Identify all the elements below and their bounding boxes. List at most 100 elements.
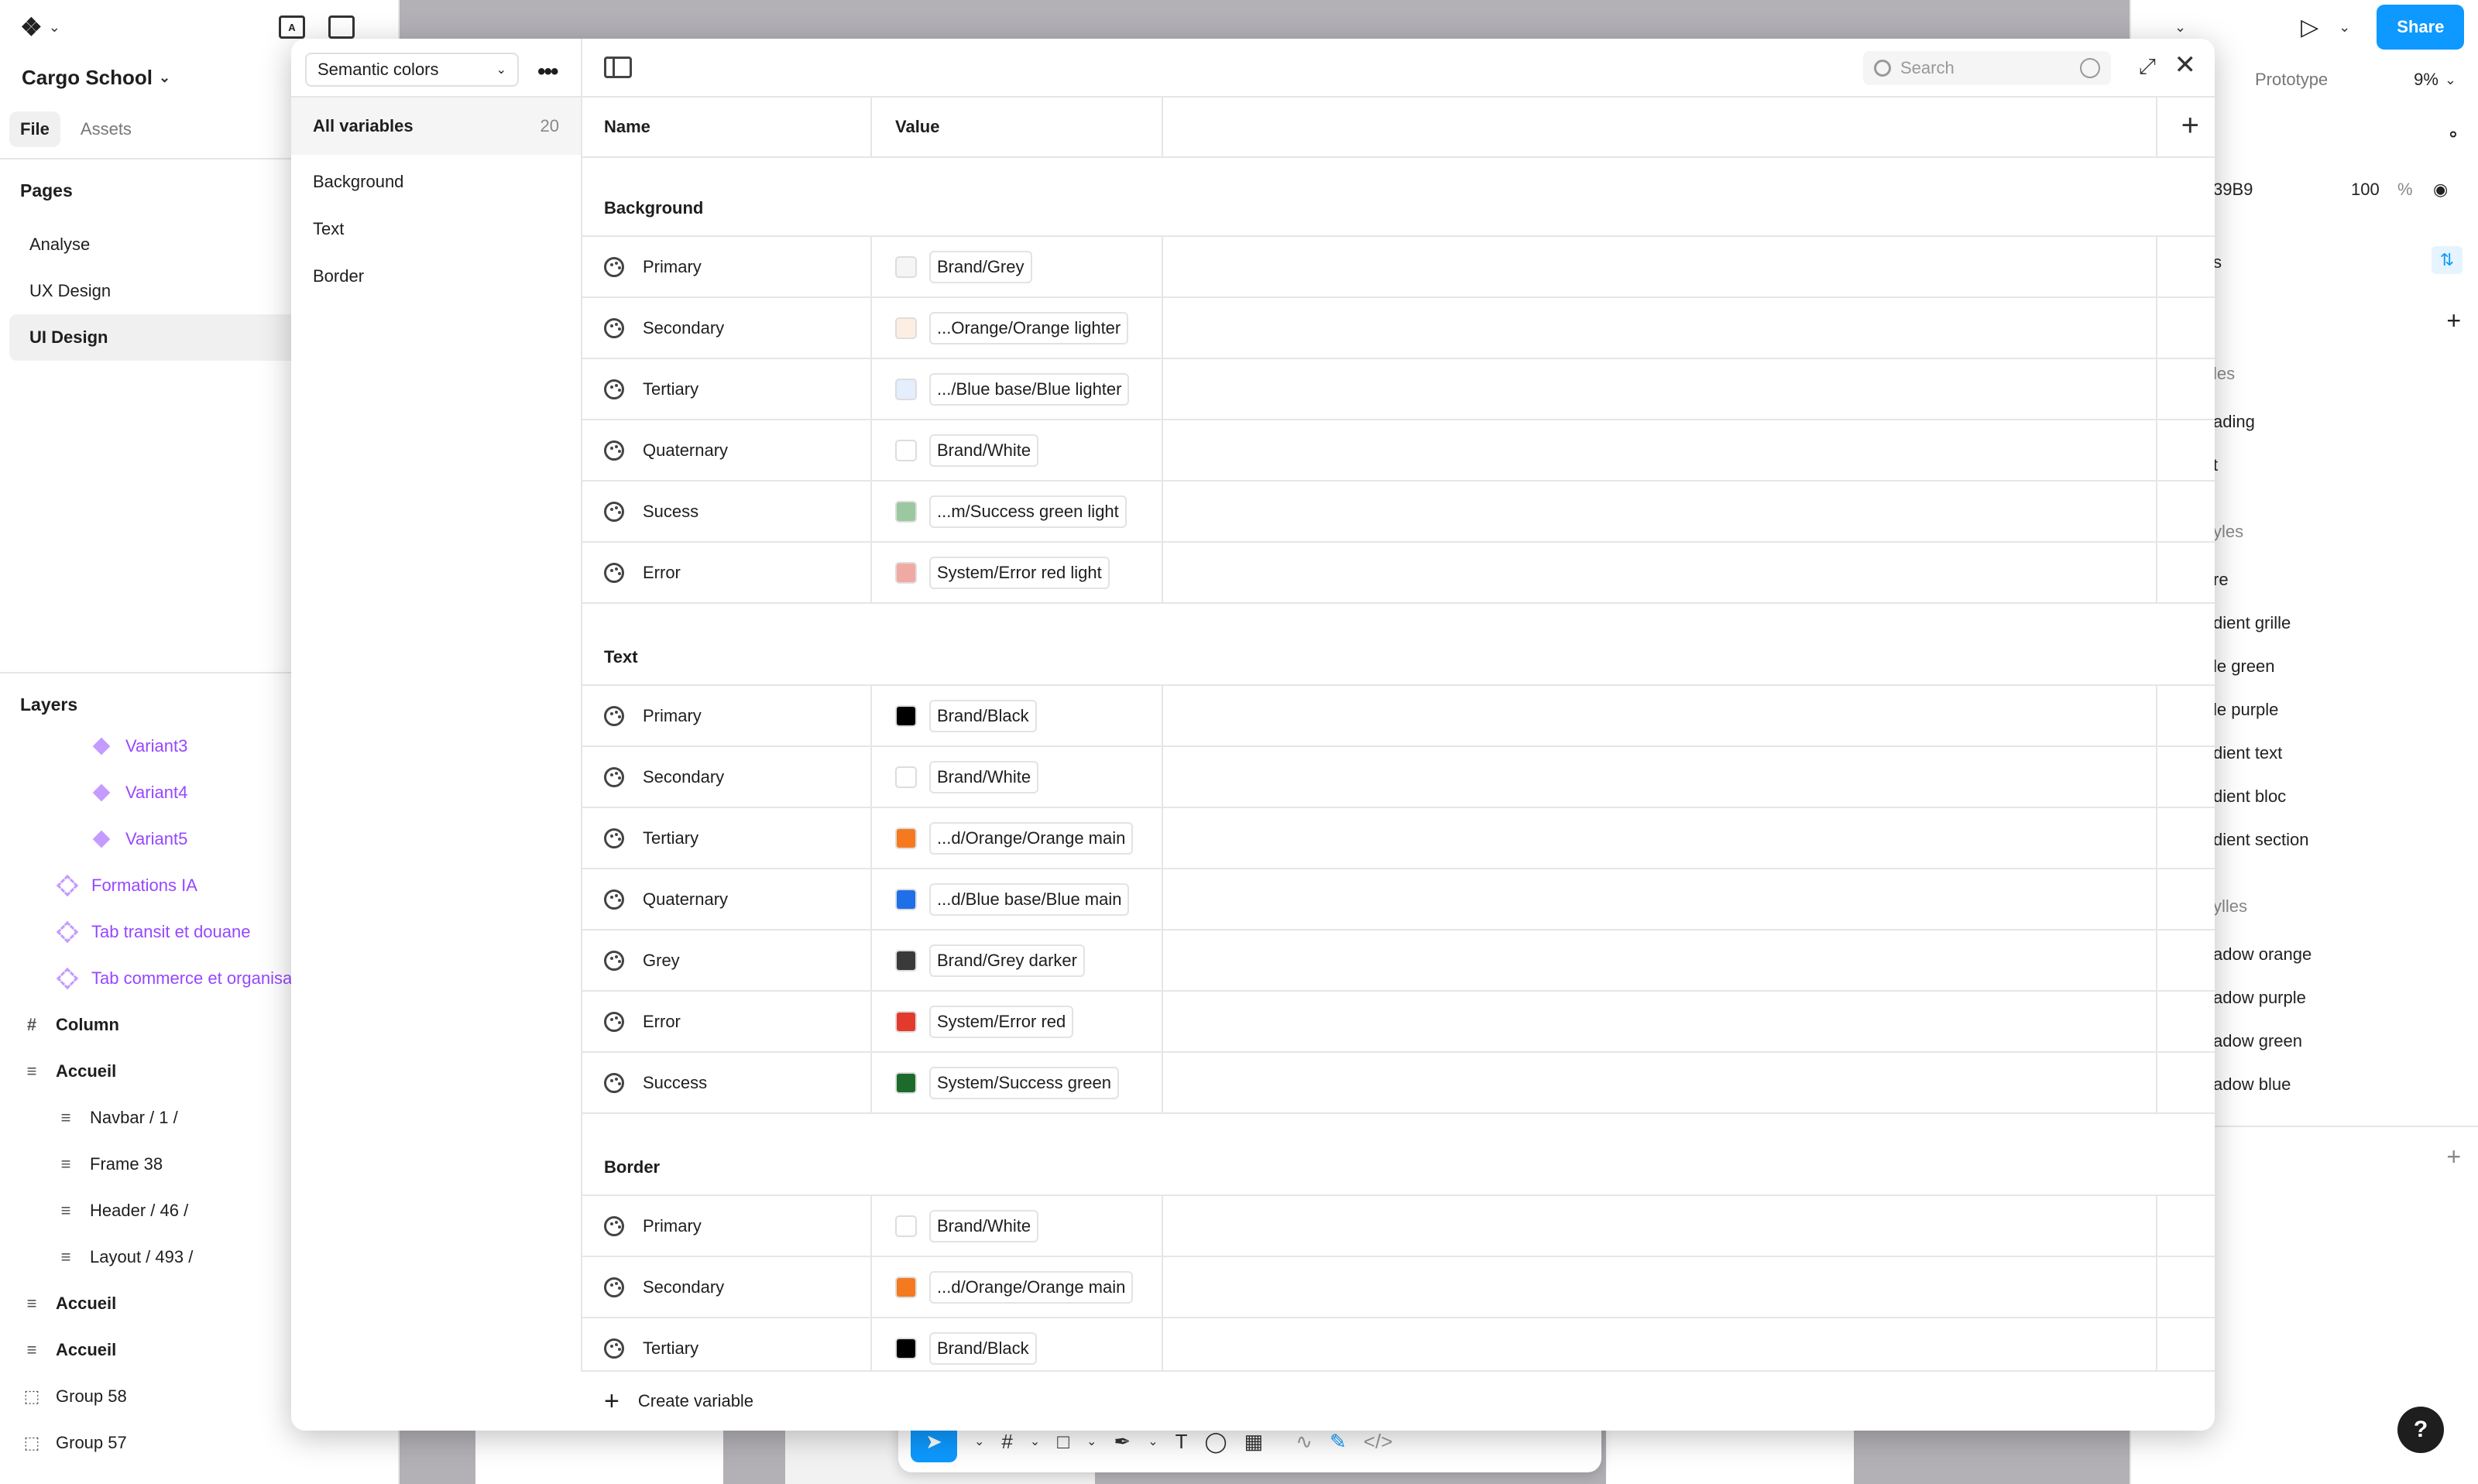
group-item-background[interactable]: Background (313, 172, 403, 192)
text-tool-icon[interactable]: T (1176, 1430, 1188, 1454)
style-item[interactable]: adow purple (2213, 988, 2306, 1008)
variable-name-cell[interactable]: Quaternary (604, 869, 728, 929)
variable-name-cell[interactable]: Secondary (604, 747, 724, 807)
actions-tool-icon[interactable]: ▦ (1244, 1430, 1264, 1454)
figma-logo-icon[interactable]: ❖ (20, 12, 43, 42)
share-button[interactable]: Share (2377, 5, 2465, 50)
text-style-icon[interactable]: A (279, 15, 305, 39)
variable-row[interactable]: Secondary ...Orange/Orange lighter (581, 298, 2215, 359)
variable-name-cell[interactable]: Primary (604, 1196, 702, 1256)
variable-row[interactable]: Primary Brand/White (581, 1196, 2215, 1257)
style-item[interactable]: adow blue (2213, 1074, 2291, 1095)
rectangle-tool-icon[interactable]: □ (1057, 1430, 1069, 1454)
style-item[interactable]: le green (2213, 656, 2275, 677)
style-item[interactable]: ading (2213, 412, 2255, 432)
alias-pill[interactable]: Brand/Grey (929, 250, 1032, 283)
chevron-down-icon[interactable]: ⌄ (1030, 1434, 1040, 1449)
variable-name-cell[interactable]: Primary (604, 237, 702, 296)
all-variables-item[interactable]: All variables 20 (291, 98, 581, 155)
alias-pill[interactable]: Brand/Grey darker (929, 944, 1085, 977)
variable-value-cell[interactable]: Brand/Grey (895, 237, 1032, 296)
style-item[interactable]: adow green (2213, 1031, 2302, 1051)
zoom-level[interactable]: 9% (2414, 70, 2439, 90)
variable-value-cell[interactable]: Brand/Black (895, 686, 1037, 745)
variable-name-cell[interactable]: Sucess (604, 482, 698, 541)
expand-icon[interactable]: ⤢ (2139, 54, 2156, 80)
variable-row[interactable]: Secondary ...d/Orange/Orange main (581, 1257, 2215, 1318)
sidebar-toggle-icon[interactable] (328, 15, 355, 39)
variable-row[interactable]: Error System/Error red (581, 992, 2215, 1053)
variable-row[interactable]: Error System/Error red light (581, 543, 2215, 604)
variable-value-cell[interactable]: Brand/White (895, 420, 1039, 480)
variable-name-cell[interactable]: Grey (604, 930, 680, 990)
variable-name-cell[interactable]: Error (604, 543, 681, 602)
alias-pill[interactable]: Brand/Black (929, 1331, 1037, 1365)
style-item[interactable]: adow orange (2213, 944, 2312, 965)
tab-assets[interactable]: Assets (70, 111, 142, 147)
style-item[interactable]: dient bloc (2213, 787, 2286, 807)
tab-prototype[interactable]: Prototype (2255, 70, 2328, 90)
help-button[interactable]: ? (2397, 1407, 2444, 1453)
play-icon[interactable]: ▷ (2301, 14, 2318, 41)
style-item[interactable]: dient grille (2213, 613, 2291, 633)
group-item-border[interactable]: Border (313, 266, 364, 286)
filter-icon[interactable] (2080, 58, 2100, 78)
variable-name-cell[interactable]: Error (604, 992, 681, 1051)
add-mode-button[interactable]: + (2181, 108, 2199, 143)
chevron-down-icon[interactable]: ⌄ (974, 1434, 984, 1449)
color-swatch[interactable] (895, 766, 917, 788)
variable-value-cell[interactable]: ...d/Orange/Orange main (895, 808, 1134, 868)
variable-row[interactable]: Secondary Brand/White (581, 747, 2215, 808)
style-item[interactable]: re (2213, 570, 2229, 590)
comment-tool-icon[interactable]: ◯ (1205, 1430, 1227, 1454)
close-icon[interactable]: ✕ (2174, 50, 2197, 81)
more-options-icon[interactable]: ••• (537, 59, 558, 85)
create-variable-button[interactable]: + Create variable (581, 1370, 2215, 1431)
variable-row[interactable]: Sucess ...m/Success green light (581, 482, 2215, 543)
design-mode-icon[interactable]: ✎ (1330, 1430, 1347, 1454)
variable-name-cell[interactable]: Tertiary (604, 1318, 698, 1372)
style-item[interactable]: dient section (2213, 830, 2309, 850)
chevron-down-icon[interactable]: ⌄ (1086, 1434, 1097, 1449)
alias-pill[interactable]: Brand/Black (929, 699, 1037, 732)
variable-name-cell[interactable]: Primary (604, 686, 702, 745)
variable-value-cell[interactable]: System/Error red light (895, 543, 1110, 602)
color-swatch[interactable] (895, 1010, 917, 1033)
alias-pill[interactable]: System/Error red light (929, 556, 1110, 589)
color-swatch[interactable] (895, 317, 917, 339)
variable-name-cell[interactable]: Tertiary (604, 359, 698, 419)
chevron-down-icon[interactable]: ⌄ (49, 19, 60, 36)
chevron-down-icon[interactable]: ⌄ (2339, 19, 2350, 36)
variable-row[interactable]: Primary Brand/Grey (581, 237, 2215, 298)
color-swatch[interactable] (895, 949, 917, 972)
alias-pill[interactable]: Brand/White (929, 760, 1039, 793)
search-input[interactable]: Search (1863, 51, 2111, 85)
color-swatch[interactable] (895, 561, 917, 584)
eye-icon[interactable]: ◉ (2433, 180, 2448, 200)
chevron-down-icon[interactable]: ⌄ (2445, 72, 2456, 88)
variables-settings-icon[interactable]: ⇅ (2432, 246, 2463, 274)
variable-value-cell[interactable]: System/Success green (895, 1053, 1119, 1112)
fill-hex-value[interactable]: 39B9 (2213, 180, 2253, 200)
alias-pill[interactable]: System/Error red (929, 1005, 1074, 1038)
dev-mode-icon[interactable]: </> (1364, 1430, 1393, 1454)
collection-dropdown[interactable]: Semantic colors ⌄ (305, 53, 519, 87)
variable-row[interactable]: Grey Brand/Grey darker (581, 930, 2215, 992)
variable-name-cell[interactable]: Success (604, 1053, 707, 1112)
variable-name-cell[interactable]: Tertiary (604, 808, 698, 868)
alias-pill[interactable]: ...d/Blue base/Blue main (929, 883, 1130, 916)
tab-file[interactable]: File (9, 111, 60, 147)
variable-value-cell[interactable]: Brand/White (895, 1196, 1039, 1256)
color-swatch[interactable] (895, 704, 917, 727)
variable-value-cell[interactable]: ...d/Blue base/Blue main (895, 869, 1130, 929)
chevron-down-icon[interactable]: ⌄ (1148, 1434, 1158, 1449)
alias-pill[interactable]: Brand/White (929, 1209, 1039, 1242)
alias-pill[interactable]: ...d/Orange/Orange main (929, 821, 1134, 855)
variable-value-cell[interactable]: ...m/Success green light (895, 482, 1127, 541)
color-swatch[interactable] (895, 439, 917, 461)
variable-value-cell[interactable]: ...Orange/Orange lighter (895, 298, 1129, 358)
variable-value-cell[interactable]: System/Error red (895, 992, 1074, 1051)
color-swatch[interactable] (895, 1337, 917, 1359)
variable-row[interactable]: Quaternary Brand/White (581, 420, 2215, 482)
toggle-sidebar-icon[interactable] (604, 57, 632, 78)
